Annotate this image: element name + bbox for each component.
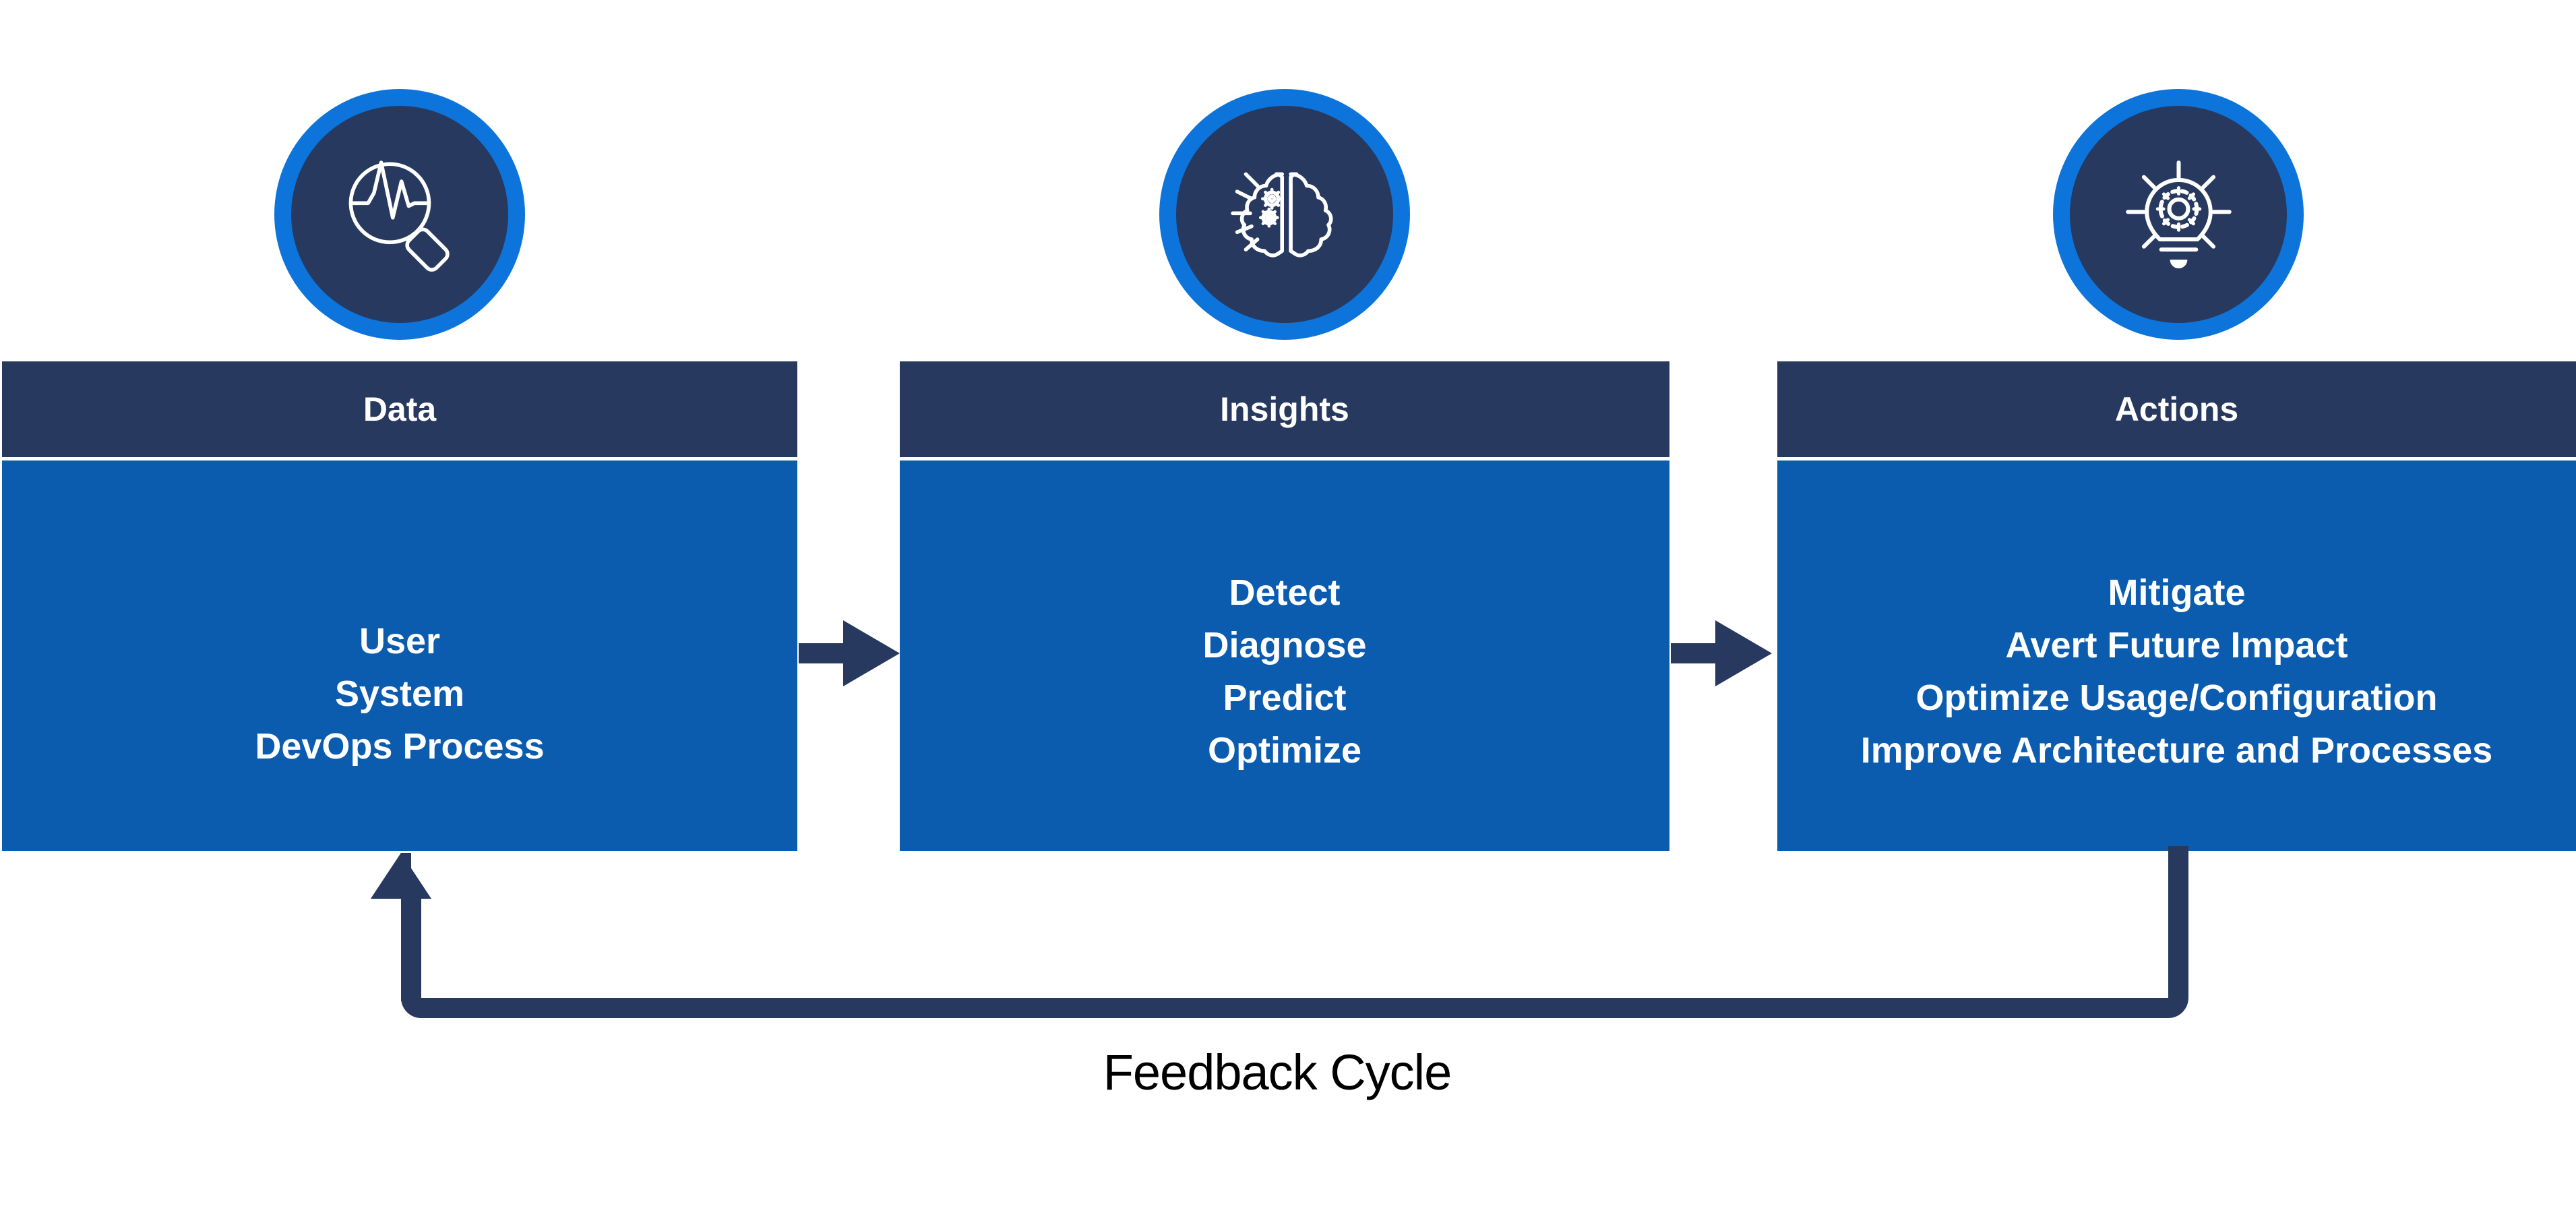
stage-item: Optimize — [1207, 730, 1362, 771]
stage-card-header-insights: Insights — [900, 361, 1669, 457]
arrow-right-icon-insights-to-actions — [1671, 620, 1772, 686]
stage-item: DevOps Process — [255, 725, 545, 767]
feedback-cycle-label-text: Feedback Cycle — [1103, 1044, 1452, 1100]
stage-item: Diagnose — [1202, 624, 1367, 665]
stage-icon-insights — [1159, 89, 1410, 340]
diagram-canvas: Data User System DevOps Process Insights… — [0, 0, 2576, 1219]
stage-card-header-data: Data — [2, 361, 797, 457]
stage-card-header-actions: Actions — [1777, 361, 2576, 457]
stage-item: Avert Future Impact — [2005, 624, 2348, 665]
feedback-loop-arrow-icon — [350, 846, 2211, 1032]
stage-item: Predict — [1223, 677, 1347, 718]
lightbulb-gear-icon — [2106, 142, 2251, 287]
arrow-right-icon-data-to-insights — [799, 620, 900, 686]
stage-item: User — [359, 620, 441, 661]
stage-icon-data — [274, 89, 525, 340]
stage-card-data: Data User System DevOps Process — [2, 361, 797, 851]
stage-item: Optimize Usage/Configuration — [1915, 677, 2438, 718]
stage-item: System — [334, 673, 465, 714]
feedback-cycle-label: Feedback Cycle — [0, 1044, 2576, 1101]
stage-card-actions: Actions Mitigate Avert Future Impact Opt… — [1777, 361, 2576, 851]
stage-card-body-insights: Detect Diagnose Predict Optimize — [900, 460, 1669, 851]
icon-circle-inner — [291, 106, 508, 323]
stage-item: Detect — [1229, 572, 1341, 613]
stage-icon-actions — [2053, 89, 2304, 340]
brain-gears-icon — [1213, 142, 1357, 287]
stage-card-body-data: User System DevOps Process — [2, 460, 797, 851]
stage-item: Mitigate — [2108, 572, 2246, 613]
icon-circle-inner — [1176, 106, 1393, 323]
stage-card-insights: Insights Detect Diagnose Predict Optimiz… — [900, 361, 1669, 851]
stage-card-body-actions: Mitigate Avert Future Impact Optimize Us… — [1777, 460, 2576, 851]
stage-item: Improve Architecture and Processes — [1860, 730, 2493, 771]
magnifier-pulse-icon — [328, 142, 472, 287]
icon-circle-inner — [2070, 106, 2287, 323]
